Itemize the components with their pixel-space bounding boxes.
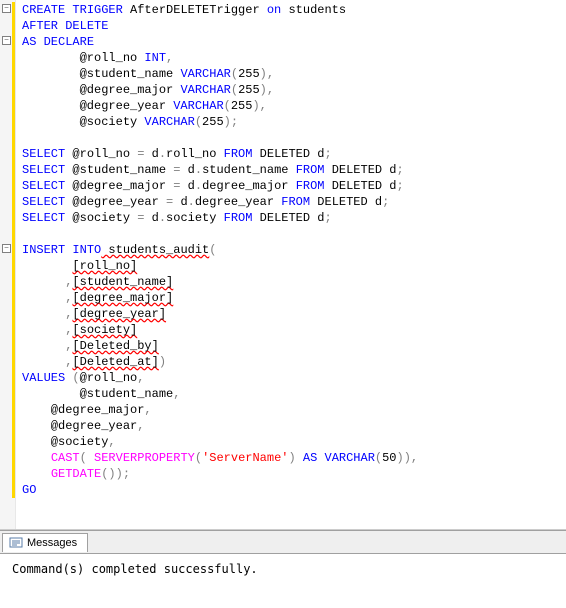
kw-create: CREATE [22, 3, 65, 17]
col-deletedby: [Deleted_by] [72, 339, 158, 353]
var-rollno: @roll_no [22, 51, 144, 65]
messages-tab[interactable]: Messages [2, 533, 88, 552]
kw-trigger: TRIGGER [65, 3, 123, 17]
code-editor[interactable]: − − − CREATE TRIGGER AfterDELETETrigger … [0, 0, 566, 530]
change-marker [12, 2, 15, 498]
fn-serverproperty: SERVERPROPERTY [87, 451, 195, 465]
kw-insert: INSERT [22, 243, 65, 257]
kw-values: VALUES [22, 371, 65, 385]
fold-toggle[interactable]: − [2, 244, 11, 253]
editor-gutter: − − − [0, 0, 16, 529]
dt-varchar: VARCHAR [317, 451, 375, 465]
var-society: @society [22, 115, 144, 129]
kw-into: INTO [65, 243, 101, 257]
kw-as: AS [22, 35, 36, 49]
var-degreeyear: @degree_year [22, 99, 173, 113]
fn-cast: CAST [51, 451, 80, 465]
dt-varchar: VARCHAR [173, 99, 223, 113]
kw-from: FROM [281, 195, 310, 209]
kw-select: SELECT [22, 211, 65, 225]
kw-select: SELECT [22, 195, 65, 209]
fold-toggle[interactable]: − [2, 36, 11, 45]
fold-toggle[interactable]: − [2, 4, 11, 13]
kw-from: FROM [224, 211, 253, 225]
code-body[interactable]: CREATE TRIGGER AfterDELETETrigger on stu… [16, 0, 422, 529]
kw-from: FROM [296, 179, 325, 193]
kw-delete: DELETE [65, 19, 108, 33]
col-studentname: [student_name] [72, 275, 173, 289]
dt-int: INT [144, 51, 166, 65]
messages-tab-label: Messages [27, 537, 77, 549]
col-degreemajor: [degree_major] [72, 291, 173, 305]
kw-after: AFTER [22, 19, 65, 33]
var-studentname: @student_name [22, 67, 180, 81]
col-deletedat: [Deleted_at] [72, 355, 158, 369]
dt-varchar: VARCHAR [180, 83, 230, 97]
table-audit: students_audit [101, 243, 209, 257]
messages-icon [9, 537, 23, 549]
messages-output[interactable]: Command(s) completed successfully. [0, 553, 566, 593]
kw-from: FROM [296, 163, 325, 177]
messages-text: Command(s) completed successfully. [12, 562, 258, 576]
kw-go: GO [22, 483, 36, 497]
kw-from: FROM [224, 147, 253, 161]
kw-select: SELECT [22, 179, 65, 193]
fn-getdate: GETDATE [51, 467, 101, 481]
kw-as: AS [296, 451, 318, 465]
str-servername: 'ServerName' [202, 451, 288, 465]
messages-panel: Messages Command(s) completed successful… [0, 530, 566, 593]
table-name: students [281, 3, 346, 17]
trigger-name: AfterDELETETrigger [123, 3, 267, 17]
kw-on: on [267, 3, 281, 17]
kw-select: SELECT [22, 163, 65, 177]
var-degreemajor: @degree_major [22, 83, 180, 97]
kw-select: SELECT [22, 147, 65, 161]
dt-varchar: VARCHAR [144, 115, 194, 129]
col-rollno: [roll_no] [72, 259, 137, 273]
dt-varchar: VARCHAR [180, 67, 230, 81]
kw-declare: DECLARE [36, 35, 94, 49]
col-society: [society] [72, 323, 137, 337]
col-degreeyear: [degree_year] [72, 307, 166, 321]
